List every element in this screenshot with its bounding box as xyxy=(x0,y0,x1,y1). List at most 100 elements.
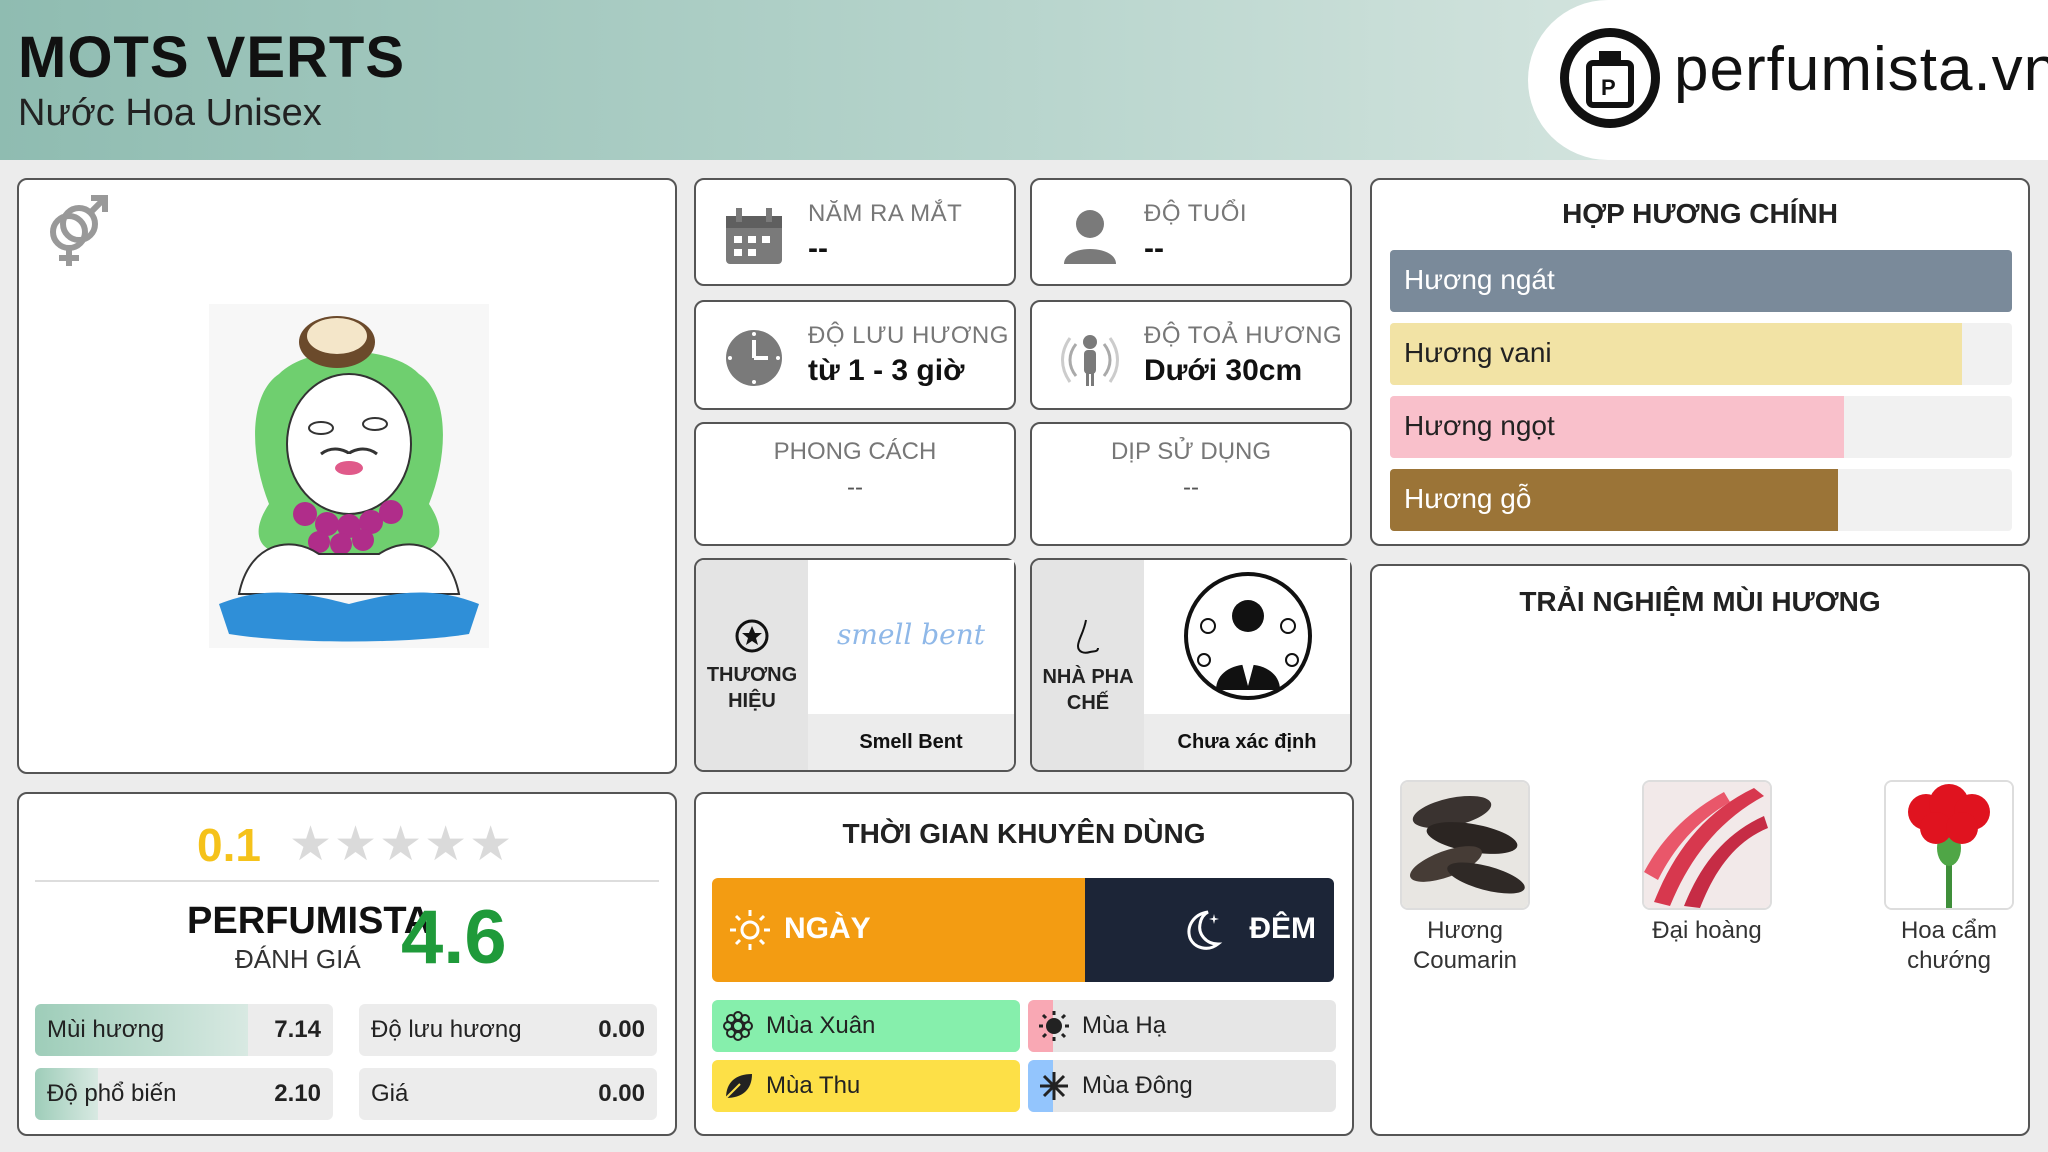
note-item-carnation[interactable]: Hoa cẩm chướng xyxy=(1884,780,2014,976)
scent-experience-card: TRẢI NGHIỆM MÙI HƯƠNG Hương Coumarin Đại… xyxy=(1370,564,2030,1136)
sillage-card: ĐỘ TOẢ HƯƠNG Dưới 30cm xyxy=(1030,300,1352,410)
season-label: Mùa Đông xyxy=(1082,1072,1193,1099)
recommended-time-card: THỜI GIAN KHUYÊN DÙNG NGÀY ĐÊM Mùa Xuân … xyxy=(694,792,1354,1136)
flower-icon xyxy=(723,1011,753,1041)
metric-price: Giá 0.00 xyxy=(359,1068,657,1120)
person-icon xyxy=(1060,206,1120,266)
carnation-image xyxy=(1884,780,2014,910)
perfumer-card[interactable]: NHÀ PHA CHẾ Chưa xác định xyxy=(1030,558,1352,772)
leaf-icon xyxy=(725,1074,752,1099)
brand-label-line2: HIỆU xyxy=(728,690,776,712)
star-icon[interactable]: ★ xyxy=(334,818,379,871)
perfumer-image xyxy=(1144,560,1350,714)
longevity-label: ĐỘ LƯU HƯƠNG xyxy=(808,322,1009,349)
metric-value: 7.14 xyxy=(274,1016,321,1043)
metric-label: Độ phổ biến xyxy=(47,1080,177,1107)
accord-label: Hương vani xyxy=(1404,337,1552,368)
accord-label: Hương ngọt xyxy=(1404,410,1555,441)
day-segment: NGÀY xyxy=(712,878,1085,982)
note-label-line1: Hoa cẩm xyxy=(1900,917,1998,944)
note-label-line2: Coumarin xyxy=(1412,947,1518,974)
day-night-bar: NGÀY ĐÊM xyxy=(712,878,1334,982)
season-label: Mùa Xuân xyxy=(766,1012,876,1039)
sillage-value: Dưới 30cm xyxy=(1144,354,1303,387)
accord-bar: Hương ngọt xyxy=(1390,396,2012,458)
season-autumn: Mùa Thu xyxy=(712,1060,1020,1112)
star-icon[interactable]: ★ xyxy=(469,818,514,871)
launch-year-card: NĂM RA MẮT -- xyxy=(694,178,1016,286)
sillage-label: ĐỘ TOẢ HƯƠNG xyxy=(1144,322,1343,349)
age-label: ĐỘ TUỔI xyxy=(1144,200,1248,227)
note-item-coumarin[interactable]: Hương Coumarin xyxy=(1400,780,1530,976)
night-label: ĐÊM xyxy=(1249,912,1316,945)
brand-logo-text: smell bent xyxy=(836,618,986,651)
season-winter: Mùa Đông xyxy=(1028,1060,1336,1112)
season-fill xyxy=(712,1060,1020,1112)
style-label: PHONG CÁCH xyxy=(773,438,937,465)
metric-popularity: Độ phổ biến 2.10 xyxy=(35,1068,333,1120)
age-card: ĐỘ TUỔI -- xyxy=(1030,178,1352,286)
perfume-title: MOTS VERTS xyxy=(18,25,406,90)
rhubarb-image xyxy=(1642,780,1772,910)
rating-divider xyxy=(35,880,659,882)
perfume-subtitle: Nước Hoa Unisex xyxy=(18,92,322,134)
metric-label: Độ lưu hương xyxy=(371,1016,522,1043)
longevity-value: từ 1 - 3 giờ xyxy=(808,354,965,387)
note-label-line2: chướng xyxy=(1907,947,1991,974)
brand-name: Smell Bent xyxy=(808,714,1014,770)
note-label-line1: Đại hoàng xyxy=(1652,917,1762,944)
season-label: Mùa Thu xyxy=(766,1072,861,1099)
sun-icon xyxy=(1039,1011,1069,1041)
sillage-icon xyxy=(1060,328,1120,388)
accord-bar: Hương ngát xyxy=(1390,250,2012,312)
accords-title: HỢP HƯƠNG CHÍNH xyxy=(1562,198,1838,229)
metric-value: 2.10 xyxy=(274,1080,321,1107)
style-value: -- xyxy=(847,474,863,501)
style-card: PHONG CÁCH -- xyxy=(694,422,1016,546)
svg-text:P: P xyxy=(1601,75,1616,100)
season-spring: Mùa Xuân xyxy=(712,1000,1020,1052)
perfume-bottle-icon: P xyxy=(1560,28,1660,128)
time-title: THỜI GIAN KHUYÊN DÙNG xyxy=(842,818,1206,849)
age-value: -- xyxy=(1144,232,1164,265)
brand-logo-image: smell bent xyxy=(808,560,1014,714)
accord-bar: Hương vani xyxy=(1390,323,2012,385)
perfumer-label-line2: CHẾ xyxy=(1066,692,1110,714)
day-label: NGÀY xyxy=(784,912,871,945)
perfumista-subtitle: ĐÁNH GIÁ xyxy=(235,944,361,974)
perfumista-title: PERFUMISTA xyxy=(187,900,432,942)
user-score: 0.1 xyxy=(197,819,261,871)
brand-label-line1: THƯƠNG xyxy=(706,664,798,686)
logo-text: perfumista.vn xyxy=(1674,35,2048,104)
metric-value: 0.00 xyxy=(598,1016,645,1043)
accord-label: Hương gỗ xyxy=(1404,483,1532,514)
perfumista-score: 4.6 xyxy=(401,895,507,980)
metric-label: Mùi hương xyxy=(47,1016,165,1043)
star-icon[interactable]: ★ xyxy=(379,818,424,871)
sun-icon xyxy=(730,910,770,950)
clock-icon xyxy=(724,328,784,388)
snowflake-icon xyxy=(1040,1072,1068,1100)
calendar-icon xyxy=(724,206,784,266)
coumarin-image xyxy=(1400,780,1530,910)
star-rating[interactable]: ★★★★★ xyxy=(289,816,514,872)
perfumer-side-panel: NHÀ PHA CHẾ xyxy=(1032,560,1144,770)
accord-bar: Hương gỗ xyxy=(1390,469,2012,531)
accord-label: Hương ngát xyxy=(1404,264,1555,295)
star-icon[interactable]: ★ xyxy=(289,818,334,871)
star-icon[interactable]: ★ xyxy=(424,818,469,871)
brand-card[interactable]: THƯƠNG HIỆU smell bent Smell Bent xyxy=(694,558,1016,772)
perfume-image-card xyxy=(17,178,677,774)
brand-side-panel: THƯƠNG HIỆU xyxy=(696,560,808,770)
site-logo[interactable]: P perfumista.vn xyxy=(1528,0,2048,160)
metric-value: 0.00 xyxy=(598,1080,645,1107)
note-item-rhubarb[interactable]: Đại hoàng xyxy=(1642,780,1772,946)
occasion-value: -- xyxy=(1183,474,1199,501)
launch-year-label: NĂM RA MẮT xyxy=(808,200,963,227)
longevity-card: ĐỘ LƯU HƯƠNG từ 1 - 3 giờ xyxy=(694,300,1016,410)
notes-title: TRẢI NGHIỆM MÙI HƯƠNG xyxy=(1519,586,1881,617)
occasion-card: DỊP SỬ DỤNG -- xyxy=(1030,422,1352,546)
header: MOTS VERTS Nước Hoa Unisex P perfumista.… xyxy=(0,0,2048,160)
note-label-line1: Hương xyxy=(1427,917,1503,944)
season-summer: Mùa Hạ xyxy=(1028,1000,1336,1052)
